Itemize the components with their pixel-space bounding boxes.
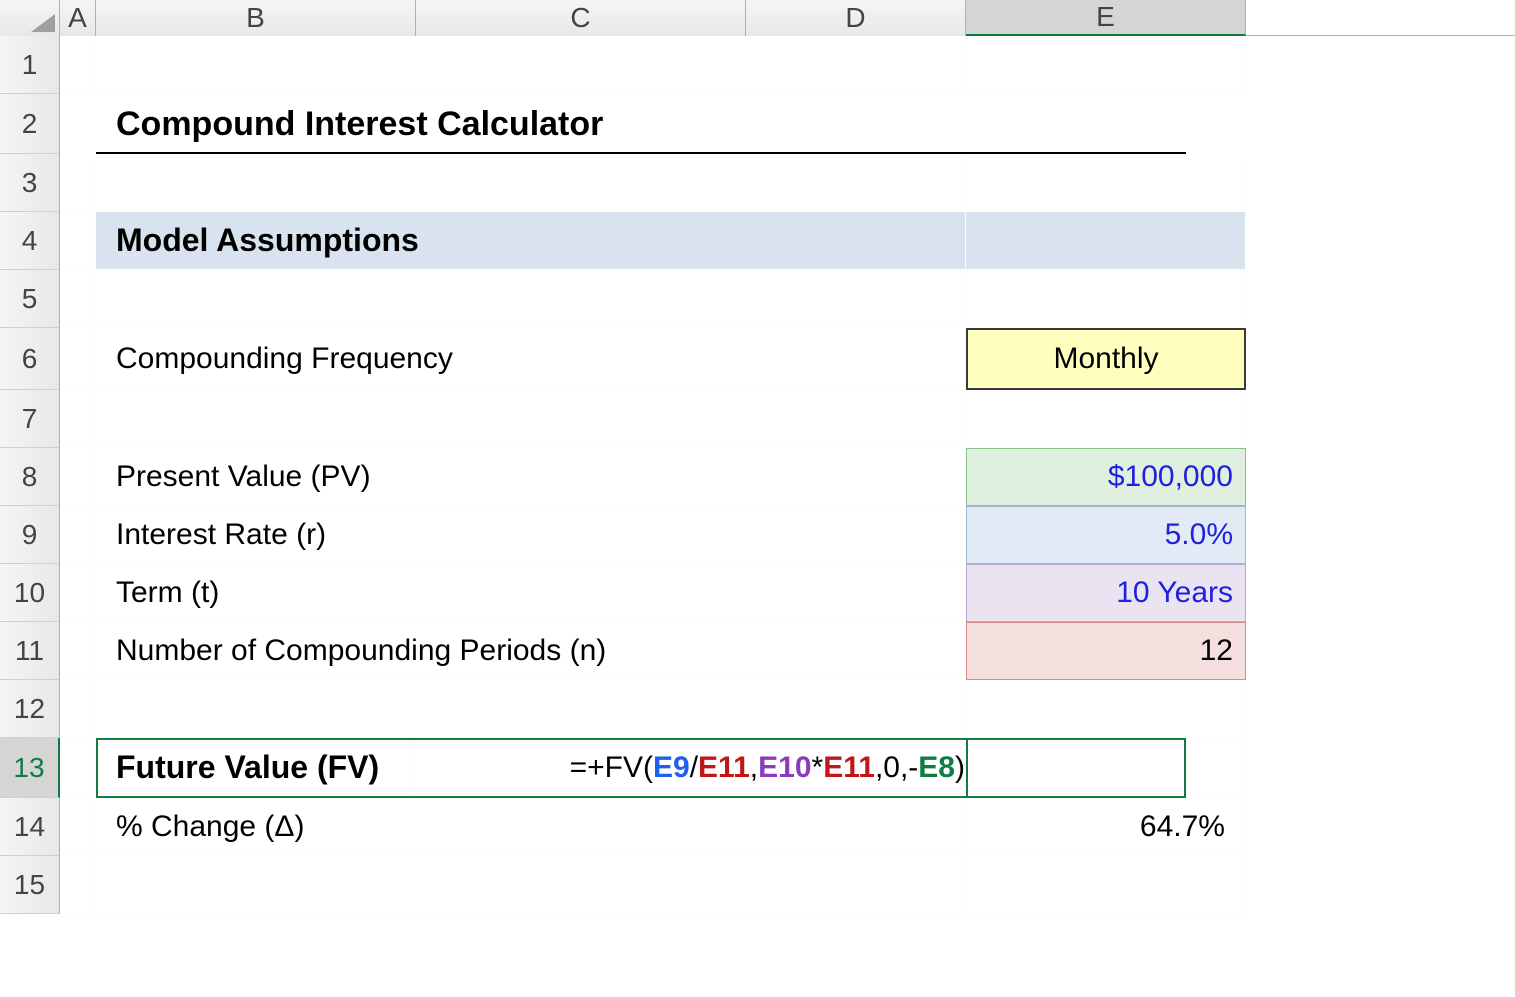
cell-A3[interactable] bbox=[60, 154, 96, 212]
page-title: Compound Interest Calculator bbox=[116, 105, 603, 144]
cell-E3[interactable] bbox=[966, 154, 1246, 212]
pct-change-label: % Change (Δ) bbox=[116, 810, 304, 844]
section-header: Model Assumptions bbox=[116, 222, 419, 259]
formula-cell[interactable]: =+FV(E9/E11,E10*E11,0,-E8) bbox=[416, 738, 966, 798]
cell-A11[interactable] bbox=[60, 622, 96, 680]
row-11: 11 Number of Compounding Periods (n) 12 bbox=[0, 622, 1515, 680]
row-2: 2 Compound Interest Calculator bbox=[0, 94, 1515, 154]
cell-A5[interactable] bbox=[60, 270, 96, 328]
cell-B8-label[interactable]: Present Value (PV) bbox=[96, 448, 966, 506]
cell-A4[interactable] bbox=[60, 212, 96, 270]
row-header-4[interactable]: 4 bbox=[0, 212, 60, 270]
cell-A2[interactable] bbox=[60, 94, 96, 154]
row-12: 12 bbox=[0, 680, 1515, 738]
cell-E12[interactable] bbox=[966, 680, 1246, 738]
interest-rate-value[interactable]: 5.0% bbox=[966, 506, 1246, 564]
cell-B14-label[interactable]: % Change (Δ) bbox=[96, 798, 966, 856]
cell-B5[interactable] bbox=[96, 270, 966, 328]
cell-B2-title[interactable]: Compound Interest Calculator bbox=[96, 94, 966, 154]
present-value-value[interactable]: $100,000 bbox=[966, 448, 1246, 506]
future-value-label: Future Value (FV) bbox=[116, 749, 379, 786]
row-header-10[interactable]: 10 bbox=[0, 564, 60, 622]
column-headers: A B C D E bbox=[0, 0, 1515, 36]
select-all-corner[interactable] bbox=[0, 0, 60, 36]
cell-B15[interactable] bbox=[96, 856, 966, 914]
row-4: 4 Model Assumptions bbox=[0, 212, 1515, 270]
row-7: 7 bbox=[0, 390, 1515, 448]
cell-A15[interactable] bbox=[60, 856, 96, 914]
cell-B9-label[interactable]: Interest Rate (r) bbox=[96, 506, 966, 564]
row-3: 3 bbox=[0, 154, 1515, 212]
interest-rate-label: Interest Rate (r) bbox=[116, 518, 326, 552]
cell-E5[interactable] bbox=[966, 270, 1246, 328]
row-header-2[interactable]: 2 bbox=[0, 94, 60, 154]
row-header-11[interactable]: 11 bbox=[0, 622, 60, 680]
column-header-D[interactable]: D bbox=[746, 0, 966, 36]
cell-B1[interactable] bbox=[96, 36, 966, 94]
cell-E7[interactable] bbox=[966, 390, 1246, 448]
cell-A13[interactable] bbox=[60, 738, 96, 798]
column-header-E[interactable]: E bbox=[966, 0, 1246, 36]
cell-B3[interactable] bbox=[96, 154, 966, 212]
column-header-C[interactable]: C bbox=[416, 0, 746, 36]
cell-E1[interactable] bbox=[966, 36, 1246, 94]
cell-B11-label[interactable]: Number of Compounding Periods (n) bbox=[96, 622, 966, 680]
cell-E2[interactable] bbox=[966, 94, 1246, 154]
row-14: 14 % Change (Δ) 64.7% bbox=[0, 798, 1515, 856]
row-header-14[interactable]: 14 bbox=[0, 798, 60, 856]
row-5: 5 bbox=[0, 270, 1515, 328]
row-10: 10 Term (t) 10 Years bbox=[0, 564, 1515, 622]
column-header-A[interactable]: A bbox=[60, 0, 96, 36]
num-periods-label: Number of Compounding Periods (n) bbox=[116, 634, 606, 668]
cell-B10-label[interactable]: Term (t) bbox=[96, 564, 966, 622]
row-header-6[interactable]: 6 bbox=[0, 328, 60, 390]
row-header-3[interactable]: 3 bbox=[0, 154, 60, 212]
row-1: 1 bbox=[0, 36, 1515, 94]
cell-B13-label[interactable]: Future Value (FV) bbox=[96, 738, 416, 798]
row-13: 13 Future Value (FV) =+FV(E9/E11,E10*E11… bbox=[0, 738, 1515, 798]
num-periods-value[interactable]: 12 bbox=[966, 622, 1246, 680]
spreadsheet: A B C D E 1 2 Compound Interest Calculat… bbox=[0, 0, 1515, 997]
compounding-frequency-value[interactable]: Monthly bbox=[966, 328, 1246, 390]
cell-E15[interactable] bbox=[966, 856, 1246, 914]
pct-change-value[interactable]: 64.7% bbox=[966, 798, 1246, 856]
term-value[interactable]: 10 Years bbox=[966, 564, 1246, 622]
column-header-B[interactable]: B bbox=[96, 0, 416, 36]
cell-A14[interactable] bbox=[60, 798, 96, 856]
cell-B12[interactable] bbox=[96, 680, 966, 738]
cell-A12[interactable] bbox=[60, 680, 96, 738]
row-9: 9 Interest Rate (r) 5.0% bbox=[0, 506, 1515, 564]
cell-B6-label[interactable]: Compounding Frequency bbox=[96, 328, 966, 390]
row-header-7[interactable]: 7 bbox=[0, 390, 60, 448]
cell-A8[interactable] bbox=[60, 448, 96, 506]
present-value-label: Present Value (PV) bbox=[116, 460, 371, 494]
cell-A1[interactable] bbox=[60, 36, 96, 94]
cell-A10[interactable] bbox=[60, 564, 96, 622]
cell-B7[interactable] bbox=[96, 390, 966, 448]
formula-display: =+FV(E9/E11,E10*E11,0,-E8) bbox=[570, 751, 965, 785]
row-8: 8 Present Value (PV) $100,000 bbox=[0, 448, 1515, 506]
rows: 1 2 Compound Interest Calculator 3 4 bbox=[0, 36, 1515, 914]
cell-B4-section[interactable]: Model Assumptions bbox=[96, 212, 966, 270]
row-header-15[interactable]: 15 bbox=[0, 856, 60, 914]
row-header-13[interactable]: 13 bbox=[0, 738, 60, 798]
cell-A7[interactable] bbox=[60, 390, 96, 448]
row-6: 6 Compounding Frequency Monthly bbox=[0, 328, 1515, 390]
row-header-9[interactable]: 9 bbox=[0, 506, 60, 564]
term-label: Term (t) bbox=[116, 576, 219, 610]
cell-A6[interactable] bbox=[60, 328, 96, 390]
cell-A9[interactable] bbox=[60, 506, 96, 564]
cell-E13[interactable] bbox=[966, 738, 1246, 798]
row-15: 15 bbox=[0, 856, 1515, 914]
row-header-12[interactable]: 12 bbox=[0, 680, 60, 738]
compounding-frequency-label: Compounding Frequency bbox=[116, 342, 453, 376]
row-header-5[interactable]: 5 bbox=[0, 270, 60, 328]
row-header-1[interactable]: 1 bbox=[0, 36, 60, 94]
cell-E4[interactable] bbox=[966, 212, 1246, 270]
row-header-8[interactable]: 8 bbox=[0, 448, 60, 506]
